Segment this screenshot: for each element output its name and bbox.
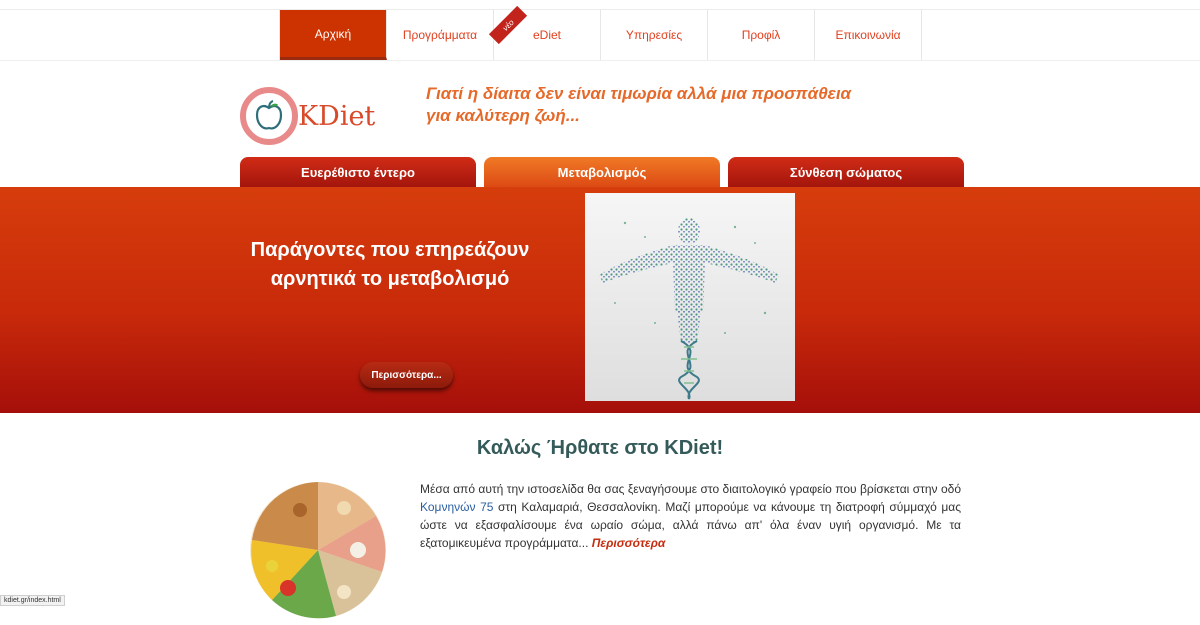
status-bar-url: kdiet.gr/index.html bbox=[0, 595, 65, 606]
apple-icon bbox=[255, 100, 283, 130]
nav-item-home[interactable]: Αρχική bbox=[280, 10, 387, 60]
feature-tabs: Ευερέθιστο έντερο Μεταβολισμός Σύνθεση σ… bbox=[240, 157, 972, 187]
nav-item-ediet[interactable]: νέο eDiet bbox=[488, 5, 601, 60]
food-plate-illustration bbox=[250, 482, 386, 619]
food-plate-image bbox=[248, 480, 388, 620]
dna-figure-illustration bbox=[599, 218, 779, 400]
nav-item-programs[interactable]: Προγράμματα bbox=[387, 10, 494, 60]
logo-ring bbox=[240, 87, 298, 145]
banner-image bbox=[585, 193, 795, 401]
site-tagline: Γιατί η δίαιτα δεν είναι τιμωρία αλλά μι… bbox=[426, 84, 852, 125]
nav-item-label: Αρχική bbox=[314, 26, 352, 41]
tab-irritable-bowel[interactable]: Ευερέθιστο έντερο bbox=[240, 157, 476, 187]
nav-item-label: Επικοινωνία bbox=[835, 28, 901, 42]
address-link[interactable]: Κομνηνών 75 bbox=[420, 500, 493, 514]
welcome-title: Καλώς Ήρθατε στο KDiet! bbox=[476, 437, 724, 459]
nav-item-services[interactable]: Υπηρεσίες bbox=[601, 10, 708, 60]
tab-body-composition[interactable]: Σύνθεση σώματος bbox=[728, 157, 964, 187]
new-badge: νέο bbox=[488, 5, 528, 45]
nav-item-contact[interactable]: Επικοινωνία bbox=[815, 10, 922, 60]
main-nav: Αρχική Προγράμματα νέο eDiet Υπηρεσίες Π… bbox=[279, 5, 922, 60]
welcome-text: Μέσα από αυτή την ιστοσελίδα θα σας ξενα… bbox=[420, 480, 961, 552]
nav-item-label: Προγράμματα bbox=[402, 28, 478, 42]
logo-text: KDiet bbox=[298, 100, 376, 132]
tab-metabolism[interactable]: Μεταβολισμός bbox=[484, 157, 720, 187]
banner-title: Παράγοντες που επηρεάζουν αρνητικά το με… bbox=[250, 239, 530, 290]
site-logo[interactable]: KDiet bbox=[240, 87, 375, 145]
read-more-link[interactable]: Περισσότερα bbox=[592, 536, 666, 550]
hero-banner: Παράγοντες που επηρεάζουν αρνητικά το με… bbox=[0, 187, 1200, 413]
nav-item-label: eDiet bbox=[532, 28, 561, 42]
nav-item-profile[interactable]: Προφίλ bbox=[708, 10, 815, 60]
nav-item-label: Προφίλ bbox=[741, 28, 781, 42]
banner-more-button[interactable]: Περισσότερα... bbox=[360, 362, 453, 388]
header-divider bbox=[0, 60, 1200, 61]
intro-text-start: Μέσα από αυτή την ιστοσελίδα θα σας ξενα… bbox=[420, 482, 961, 496]
nav-item-label: Υπηρεσίες bbox=[625, 28, 683, 42]
intro-text-end: στη Καλαμαριά, Θεσσαλονίκη. Μαζί μπορούμ… bbox=[420, 500, 961, 550]
